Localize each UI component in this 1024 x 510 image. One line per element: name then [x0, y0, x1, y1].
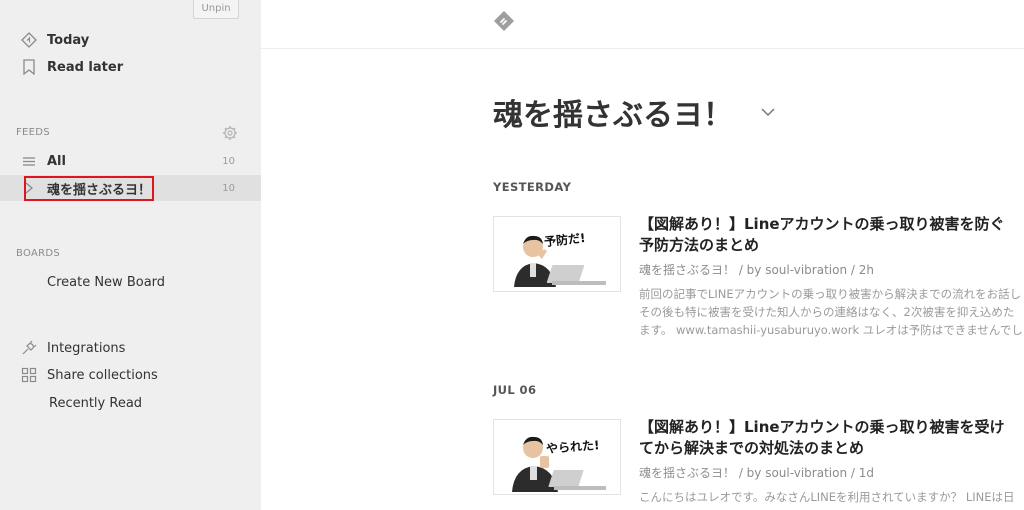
entry-thumbnail[interactable]: 予防だ!: [493, 216, 621, 292]
sidebar-item-label: Today: [47, 32, 90, 48]
entry-meta: 魂を揺さぶるヨ！ / by soul-vibration / 2h: [639, 263, 874, 277]
sidebar-item-label: All: [47, 153, 66, 169]
grid-icon: [20, 366, 38, 384]
bookmark-icon: [20, 58, 38, 76]
entry-summary: 前回の記事でLINEアカウントの乗っ取り被害から解決までの流れをお話し その後も…: [639, 285, 1024, 339]
highlight-box: [24, 176, 154, 201]
unread-count: 10: [222, 155, 235, 167]
entry-title[interactable]: 【図解あり！】Lineアカウントの乗っ取り被害を防ぐ予防方法のまとめ: [639, 214, 1019, 256]
day-header: YESTERDAY: [493, 180, 572, 194]
gear-icon[interactable]: [222, 125, 238, 141]
entry-title[interactable]: 【図解あり！】Lineアカウントの乗っ取り被害を受けてから解決までの対処法のまと…: [639, 417, 1019, 459]
main-content: 魂を揺さぶるヨ！ YESTERDAY 予防だ! 【図解あり！】Lineアカウント…: [261, 0, 1024, 510]
day-header: JUL 06: [493, 383, 537, 397]
boards-section-title: BOARDS: [16, 248, 61, 259]
summary-line: その後も特に被害を受けた知人からの連絡はなく、2次被害を抑え込めた: [639, 305, 1015, 319]
sidebar-item-label: Share collections: [47, 367, 158, 383]
sidebar-item-today[interactable]: Today: [0, 27, 261, 53]
entry-meta: 魂を揺さぶるヨ！ / by soul-vibration / 1d: [639, 466, 874, 480]
feeds-section-title: FEEDS: [16, 127, 50, 138]
sidebar-item-read-later[interactable]: Read later: [0, 54, 261, 80]
sidebar-item-label: Read later: [47, 59, 124, 75]
summary-line: 前回の記事でLINEアカウントの乗っ取り被害から解決までの流れをお話し: [639, 287, 1022, 301]
unpin-button[interactable]: Unpin: [193, 0, 239, 19]
page-title: 魂を揺さぶるヨ！: [493, 98, 733, 133]
entry-thumbnail[interactable]: やられた!: [493, 419, 621, 495]
top-bar: [261, 0, 1024, 49]
sidebar-item-label: Integrations: [47, 340, 126, 356]
sidebar-item-label: Recently Read: [49, 395, 143, 411]
list-icon: [20, 152, 38, 170]
summary-line: こんにちはユレオです。みなさんLINEを利用されていますか？ LINEは日: [639, 490, 1015, 504]
sidebar-item-integrations[interactable]: Integrations: [0, 335, 261, 361]
plug-icon: [20, 339, 38, 357]
sidebar-item-all[interactable]: All 10: [0, 148, 261, 174]
sidebar-item-label: Create New Board: [47, 274, 166, 290]
today-icon: [20, 31, 38, 49]
unread-count: 10: [222, 182, 235, 194]
chevron-down-icon[interactable]: [760, 104, 776, 118]
sidebar: Unpin Today Read later FEEDS All 10 魂を揺さ…: [0, 0, 261, 510]
sidebar-item-share-collections[interactable]: Share collections: [0, 362, 261, 388]
create-board-link[interactable]: Create New Board: [0, 269, 261, 295]
entry-summary: こんにちはユレオです。みなさんLINEを利用されていますか？ LINEは日: [639, 488, 1024, 506]
summary-line: ます。 www.tamashii-yusaburuyo.work ユレオは予防は…: [639, 323, 1023, 337]
sidebar-item-recently-read[interactable]: Recently Read: [0, 390, 261, 416]
feedly-logo-icon[interactable]: [493, 10, 515, 32]
